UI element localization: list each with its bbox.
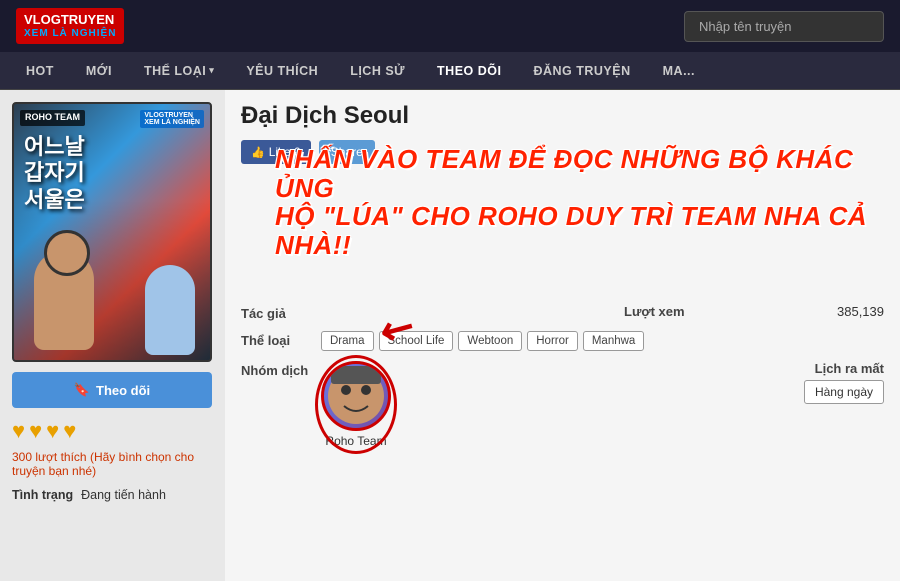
character-1: [34, 250, 94, 350]
luot-xem-row: Lượt xem 385,139: [624, 304, 884, 319]
info-section: Tác giả Lượt xem 385,139 Thể loại Drama …: [241, 304, 884, 448]
cover-characters: [14, 200, 210, 360]
tag-school-life[interactable]: School Life: [379, 331, 454, 351]
nhom-dich-label: Nhóm dịch: [241, 361, 321, 378]
translator-avatar[interactable]: [321, 361, 391, 431]
info-row-the-loai: Thể loại Drama School Life Webtoon Horro…: [241, 331, 884, 351]
nav-the-loai[interactable]: THỂ LOẠI ▾: [128, 52, 230, 90]
heart-3: ♥: [46, 418, 59, 444]
translator-name: Roho Team: [321, 434, 391, 448]
status-row: Tình trạng Đang tiến hành: [12, 488, 213, 502]
nav-dang-truyen[interactable]: ĐĂNG TRUYỆN: [517, 52, 646, 90]
lich-ra-mat-label: Lịch ra mất: [815, 361, 884, 376]
nav-bar: HOT MỚI THỂ LOẠI ▾ YÊU THÍCH LỊCH SỬ THE…: [0, 52, 900, 90]
search-input[interactable]: [684, 11, 884, 42]
likes-text: 300 lượt thích (Hãy bình chọn cho truyện…: [12, 450, 213, 478]
logo-box[interactable]: VLOGTRUYEN XEM LÀ NGHIỆN: [16, 8, 124, 44]
header: VLOGTRUYEN XEM LÀ NGHIỆN: [0, 0, 900, 52]
translator-wrapper: ↙ Roho Team: [321, 361, 391, 448]
avatar-svg: [326, 366, 386, 426]
nav-theo-doi[interactable]: THEO DÕI: [421, 52, 517, 90]
chevron-down-icon: ▾: [209, 65, 214, 76]
genre-tags: Drama School Life Webtoon Horror Manhwa: [321, 331, 644, 351]
tag-manhwa[interactable]: Manhwa: [583, 331, 644, 351]
overlay-line1: NHẤN VÀO TEAM ĐỂ ĐỌC NHỮNG BỘ KHÁC ỦNG: [275, 145, 890, 202]
tinh-trang-label: Tình trạng: [12, 488, 73, 502]
overlay-line2: HỘ "LÚA" CHO ROHO DUY TRÌ TEAM NHA CẢ NH…: [275, 202, 890, 259]
heart-1: ♥: [12, 418, 25, 444]
main-content: ROHO TEAM VLOGTRUYENXEM LÀ NGHIỆN 어느날 갑자…: [0, 90, 900, 581]
info-row-nhom-dich: Nhóm dịch ↙: [241, 361, 884, 448]
nav-moi[interactable]: MỚI: [70, 52, 128, 90]
cover-vlog-badge: VLOGTRUYENXEM LÀ NGHIỆN: [140, 110, 204, 128]
left-panel: ROHO TEAM VLOGTRUYENXEM LÀ NGHIỆN 어느날 갑자…: [0, 90, 225, 581]
tag-drama[interactable]: Drama: [321, 331, 374, 351]
tag-webtoon[interactable]: Webtoon: [458, 331, 522, 351]
hearts-row: ♥ ♥ ♥ ♥: [12, 418, 213, 444]
info-row-tac-gia: Tác giả Lượt xem 385,139: [241, 304, 884, 321]
group-section: ↙ Roho Team: [321, 361, 884, 448]
logo-line2: XEM LÀ NGHIỆN: [24, 28, 116, 40]
manga-cover: ROHO TEAM VLOGTRUYENXEM LÀ NGHIỆN 어느날 갑자…: [12, 102, 212, 362]
cover-roho-badge: ROHO TEAM: [20, 110, 85, 126]
the-loai-label: Thể loại: [241, 331, 321, 348]
luot-xem-label: Lượt xem: [624, 304, 685, 319]
tinh-trang-value: Đang tiến hành: [81, 488, 166, 502]
search-box[interactable]: [684, 11, 884, 42]
logo-line1: VLOGTRUYEN: [24, 12, 116, 28]
heart-2: ♥: [29, 418, 42, 444]
nav-more[interactable]: MA...: [647, 52, 711, 90]
bookmark-icon: 🔖: [74, 382, 90, 398]
overlay-text: NHẤN VÀO TEAM ĐỂ ĐỌC NHỮNG BỘ KHÁC ỦNG H…: [275, 145, 890, 259]
thumbs-up-icon: 👍: [251, 146, 265, 159]
follow-button[interactable]: 🔖 Theo dõi: [12, 372, 212, 408]
tag-horror[interactable]: Horror: [527, 331, 578, 351]
schedule-badge: Hàng ngày: [804, 380, 884, 404]
luot-xem-value: 385,139: [837, 304, 884, 319]
character-2: [145, 265, 195, 355]
manga-title: Đại Dịch Seoul: [241, 102, 884, 130]
nav-hot[interactable]: HOT: [10, 52, 70, 90]
heart-4: ♥: [63, 418, 76, 444]
right-panel: Đại Dịch Seoul 👍 Like 0 Share NHẤN VÀO T…: [225, 90, 900, 581]
tac-gia-label: Tác giả: [241, 304, 321, 321]
logo-area: VLOGTRUYEN XEM LÀ NGHIỆN: [16, 8, 124, 44]
nav-yeu-thich[interactable]: YÊU THÍCH: [230, 52, 334, 90]
lich-ra-mat-section: Lịch ra mất Hàng ngày: [804, 361, 884, 404]
nav-lich-su[interactable]: LỊCH SỬ: [334, 52, 421, 90]
